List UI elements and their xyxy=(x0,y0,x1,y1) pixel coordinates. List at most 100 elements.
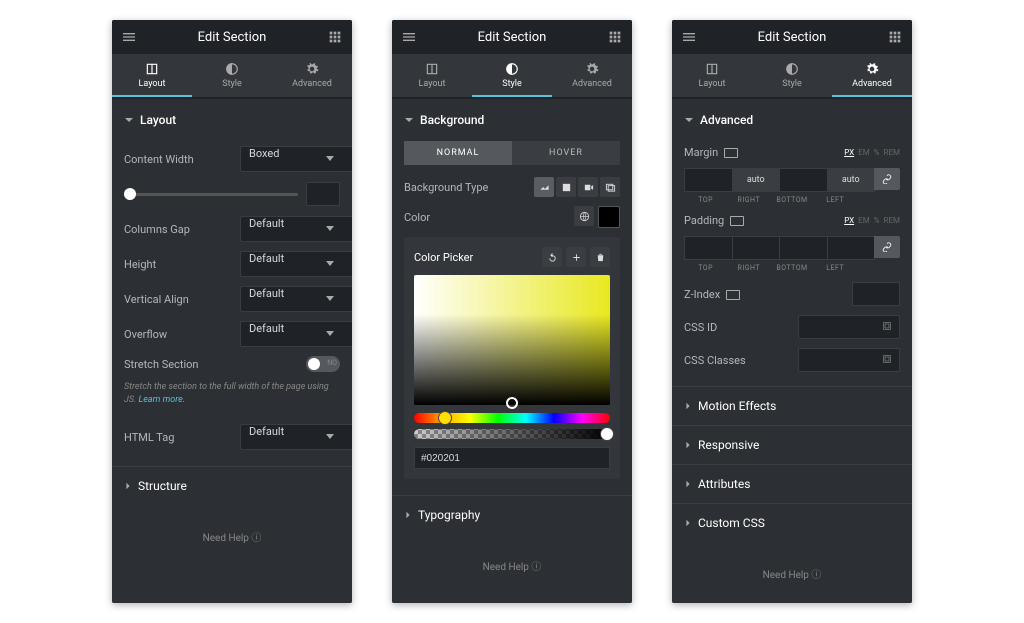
padding-left-input[interactable] xyxy=(827,236,876,260)
unit-pct[interactable]: % xyxy=(874,148,880,157)
section-structure[interactable]: Structure xyxy=(112,466,352,505)
learn-more-link[interactable]: Learn more. xyxy=(139,395,186,405)
padding-link-icon[interactable] xyxy=(874,236,900,258)
zindex-input[interactable] xyxy=(852,282,900,306)
tab-layout[interactable]: Layout xyxy=(392,54,472,97)
bg-type-slideshow-icon[interactable] xyxy=(600,177,620,197)
stretch-label: Stretch Section xyxy=(124,358,198,371)
padding-bottom-input[interactable] xyxy=(779,236,828,260)
margin-right-input[interactable]: auto xyxy=(732,168,781,192)
color-swatch[interactable] xyxy=(598,206,620,228)
bg-type-group xyxy=(534,177,620,197)
hex-input[interactable] xyxy=(414,447,610,469)
section-typography[interactable]: Typography xyxy=(392,495,632,534)
content-width-row: Content Width Boxed xyxy=(124,146,340,172)
seg-hover[interactable]: HOVER xyxy=(512,141,620,165)
unit-em[interactable]: EM xyxy=(858,148,870,157)
apps-icon[interactable] xyxy=(326,28,344,46)
apps-icon[interactable] xyxy=(886,28,904,46)
section-motion-effects[interactable]: Motion Effects xyxy=(672,386,912,425)
tab-style[interactable]: Style xyxy=(472,54,552,97)
columns-gap-select[interactable]: Default xyxy=(240,216,352,242)
reset-icon[interactable] xyxy=(542,247,562,267)
valign-select[interactable]: Default xyxy=(240,286,352,312)
columns-gap-label: Columns Gap xyxy=(124,223,190,236)
tab-advanced[interactable]: Advanced xyxy=(552,54,632,97)
panel-body: Layout Content Width Boxed Columns Gap De… xyxy=(112,99,352,603)
content-width-slider-row xyxy=(124,182,340,206)
tab-layout[interactable]: Layout xyxy=(112,54,192,97)
unit-px[interactable]: PX xyxy=(844,148,854,157)
alpha-slider[interactable] xyxy=(414,429,610,439)
margin-inputs: auto auto xyxy=(684,168,900,192)
tab-advanced[interactable]: Advanced xyxy=(272,54,352,97)
footer-help[interactable]: Need Help ⓘ xyxy=(124,505,340,554)
dynamic-icon[interactable] xyxy=(881,353,895,367)
header: Edit Section xyxy=(392,20,632,54)
tabs: Layout Style Advanced xyxy=(112,54,352,99)
section-layout[interactable]: Layout xyxy=(124,99,340,137)
content-width-select[interactable]: Boxed xyxy=(240,146,352,172)
hue-slider[interactable] xyxy=(414,413,610,423)
section-attributes[interactable]: Attributes xyxy=(672,464,912,503)
content-width-label: Content Width xyxy=(124,153,194,166)
add-icon[interactable] xyxy=(566,247,586,267)
menu-icon[interactable] xyxy=(680,28,698,46)
margin-top-input[interactable] xyxy=(684,168,733,192)
dynamic-icon[interactable] xyxy=(881,320,895,334)
cssclasses-label: CSS Classes xyxy=(684,354,746,367)
tab-advanced[interactable]: Advanced xyxy=(832,54,912,97)
bg-type-classic-icon[interactable] xyxy=(534,177,554,197)
padding-label: Padding xyxy=(684,214,742,227)
margin-bottom-input[interactable] xyxy=(779,168,828,192)
margin-link-icon[interactable] xyxy=(874,168,900,190)
content-width-number[interactable] xyxy=(306,182,340,206)
section-advanced[interactable]: Advanced xyxy=(684,99,900,137)
overflow-select[interactable]: Default xyxy=(240,321,352,347)
picker-title: Color Picker xyxy=(414,251,473,264)
header-title: Edit Section xyxy=(138,30,326,45)
menu-icon[interactable] xyxy=(400,28,418,46)
apps-icon[interactable] xyxy=(606,28,624,46)
bg-type-label: Background Type xyxy=(404,181,488,194)
tab-layout[interactable]: Layout xyxy=(672,54,752,97)
color-label: Color xyxy=(404,211,430,224)
overflow-label: Overflow xyxy=(124,328,167,341)
stretch-toggle[interactable]: NO xyxy=(306,356,340,372)
seg-normal[interactable]: NORMAL xyxy=(404,141,512,165)
zindex-label: Z-Index xyxy=(684,288,738,301)
margin-left-input[interactable]: auto xyxy=(827,168,876,192)
height-select[interactable]: Default xyxy=(240,251,352,277)
footer-help[interactable]: Need Help ⓘ xyxy=(684,542,900,591)
clear-icon[interactable] xyxy=(590,247,610,267)
section-custom-css[interactable]: Custom CSS xyxy=(672,503,912,542)
cssid-input[interactable] xyxy=(798,315,900,339)
margin-units: PX EM % REM xyxy=(844,148,900,157)
device-icon[interactable] xyxy=(726,290,738,300)
device-icon[interactable] xyxy=(724,148,736,158)
globe-icon[interactable] xyxy=(574,206,594,226)
padding-right-input[interactable] xyxy=(732,236,781,260)
device-icon[interactable] xyxy=(730,216,742,226)
cssclasses-input[interactable] xyxy=(798,348,900,372)
bg-type-video-icon[interactable] xyxy=(578,177,598,197)
stretch-row: Stretch Section NO xyxy=(124,356,340,372)
padding-top-input[interactable] xyxy=(684,236,733,260)
saturation-value-box[interactable] xyxy=(414,275,610,405)
tab-style[interactable]: Style xyxy=(752,54,832,97)
valign-label: Vertical Align xyxy=(124,293,189,306)
tab-style[interactable]: Style xyxy=(192,54,272,97)
bg-type-gradient-icon[interactable] xyxy=(556,177,576,197)
unit-rem[interactable]: REM xyxy=(884,148,900,157)
menu-icon[interactable] xyxy=(120,28,138,46)
cssid-label: CSS ID xyxy=(684,321,717,334)
header-title: Edit Section xyxy=(698,30,886,45)
panel-advanced: Edit Section Layout Style Advanced Advan… xyxy=(672,20,912,603)
header: Edit Section xyxy=(112,20,352,54)
content-width-slider[interactable] xyxy=(124,193,298,196)
section-background[interactable]: Background xyxy=(404,99,620,137)
state-segmented: NORMAL HOVER xyxy=(404,141,620,165)
html-tag-label: HTML Tag xyxy=(124,431,174,444)
html-tag-select[interactable]: Default xyxy=(240,424,352,450)
section-responsive[interactable]: Responsive xyxy=(672,425,912,464)
